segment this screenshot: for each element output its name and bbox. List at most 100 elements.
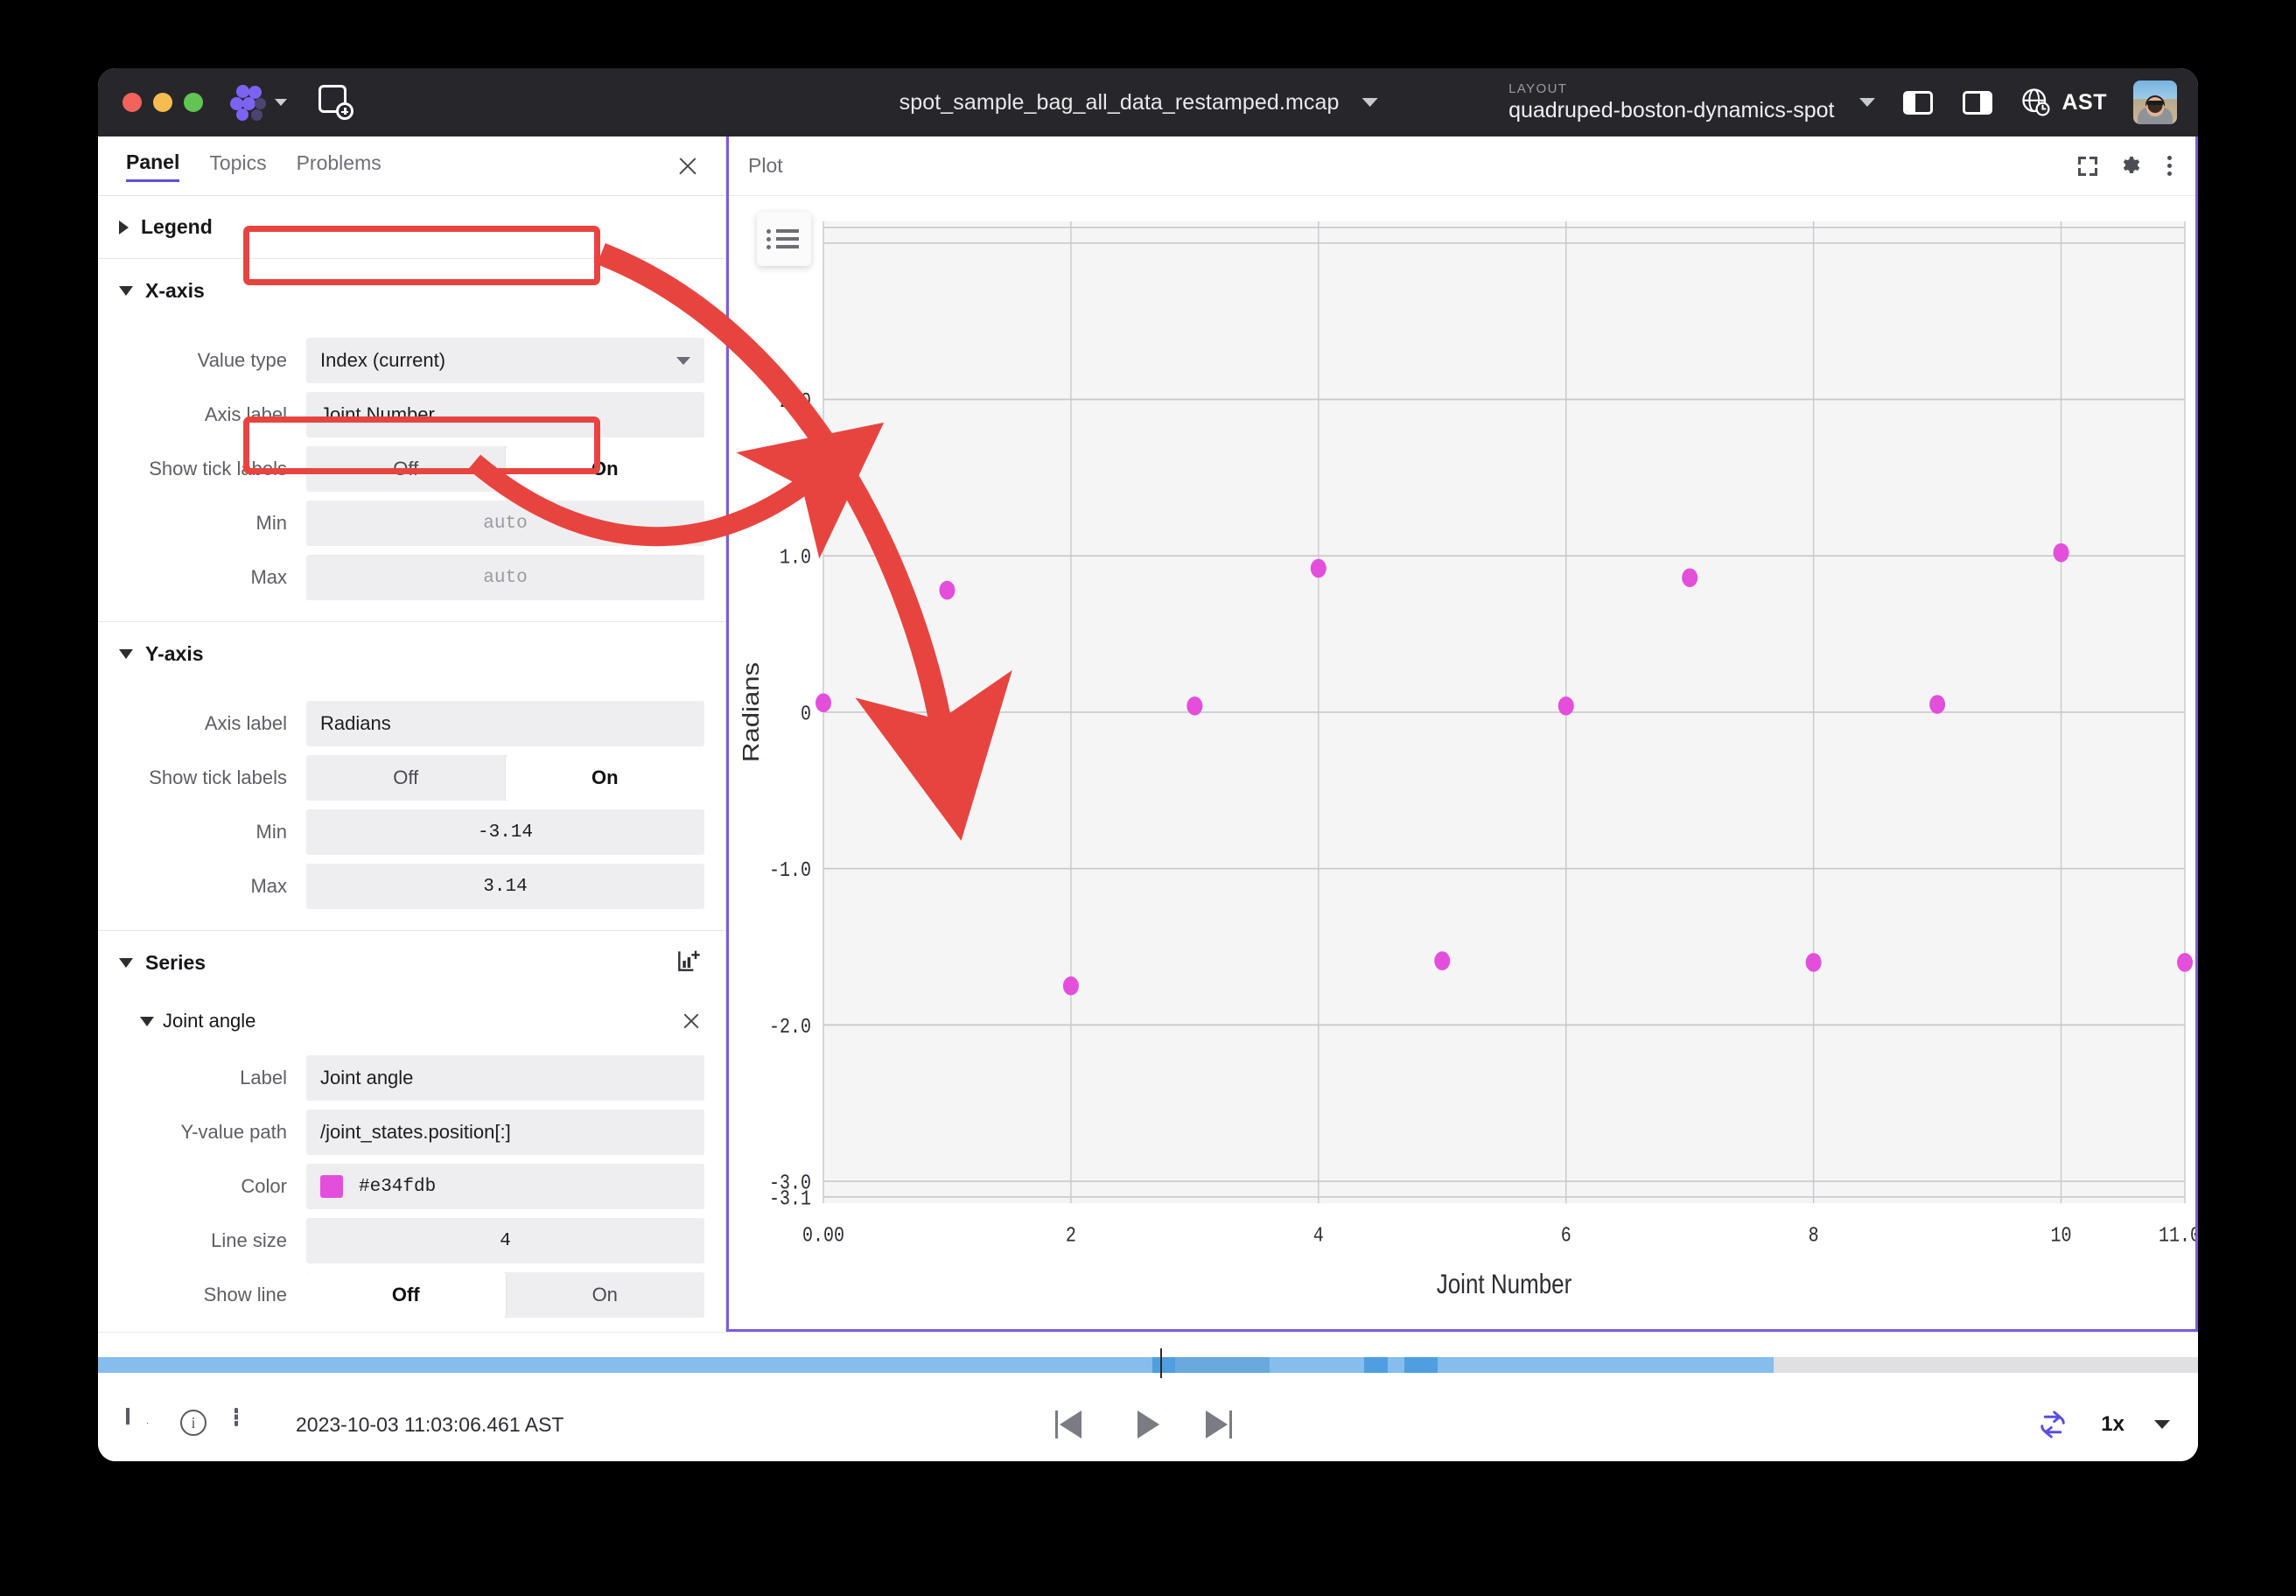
section-yaxis[interactable]: Y-axis [98,622,725,685]
maximize-window-button[interactable] [184,93,203,112]
chevron-down-icon [119,286,133,296]
x-show-tick-labels-toggle[interactable]: Off On [306,446,704,492]
data-point [816,693,831,712]
range-button[interactable] [234,1410,264,1439]
data-source-selector[interactable]: spot_sample_bag_all_data_restamped.mcap [900,90,1378,116]
layout-selector[interactable]: LAYOUT quadruped-boston-dynamics-spot [1508,81,1874,123]
seek-backward-button[interactable] [1055,1407,1090,1442]
gear-icon[interactable] [2120,155,2143,178]
section-xaxis[interactable]: X-axis [98,259,725,322]
y-show-tick-labels-label: Show tick labels [98,766,306,789]
chevron-down-icon[interactable] [1362,98,1377,107]
app-logo-menu[interactable] [229,85,287,120]
window-controls[interactable] [122,93,203,112]
series-line-size-input[interactable]: 4 [306,1218,704,1264]
series-label-input[interactable]: Joint angle [306,1055,704,1101]
playback-speed-value[interactable]: 1x [2101,1412,2124,1437]
field-row-x-min: Min auto [98,500,704,546]
section-legend[interactable]: Legend [98,196,725,259]
color-swatch[interactable] [320,1175,343,1198]
plot-panel-tools [2078,155,2173,178]
field-row-x-axis-label: Axis label Joint Number [98,392,704,438]
toggle-right-sidebar-button[interactable] [1961,86,1994,119]
svg-text:6: 6 [1561,1224,1572,1248]
info-button[interactable]: i [180,1410,210,1439]
field-row-series-label: Label Joint angle [98,1055,704,1101]
playback-controls-row: i 2023-10-03 11:03:06.461 AST [98,1387,2198,1461]
close-sidebar-button[interactable] [675,153,701,179]
seek-forward-button[interactable] [1206,1407,1241,1442]
section-legend-title: Legend [141,215,213,239]
data-point [1682,568,1698,587]
y-min-label: Min [98,821,306,844]
plus-icon [336,102,354,120]
avatar[interactable] [2133,80,2177,124]
x-axis-label-input[interactable]: Joint Number [306,392,704,438]
list-icon [766,226,802,253]
x-ticks-on-option[interactable]: On [506,446,705,492]
show-line-on-option[interactable]: On [506,1272,705,1318]
fullscreen-icon[interactable] [2078,157,2097,176]
timeline-segment [1404,1357,1438,1373]
loop-icon[interactable] [2034,1406,2071,1443]
field-row-x-show-ticks: Show tick labels Off On [98,446,704,492]
series-ypath-input[interactable]: /joint_states.position[:] [306,1110,704,1155]
series-color-input[interactable]: #e34fdb [306,1164,704,1209]
x-min-input[interactable]: auto [306,500,704,546]
skip-back-icon [1060,1410,1082,1438]
svg-text:0: 0 [801,703,811,726]
plot-chart[interactable]: 3.13.02.01.00-1.0-2.0-3.0-3.10.002468101… [729,196,2195,1329]
timeline[interactable] [98,1348,2198,1378]
add-chart-icon [675,947,703,975]
tab-panel[interactable]: Panel [126,150,179,182]
data-point [1558,696,1574,716]
y-ticks-off-option[interactable]: Off [306,755,506,801]
right-sidebar-icon [1963,91,1992,115]
chevron-down-icon [119,649,133,659]
tab-topics[interactable]: Topics [209,151,266,180]
minimize-window-button[interactable] [153,93,172,112]
timezone-button[interactable]: AST [2020,87,2108,118]
tab-problems[interactable]: Problems [297,151,382,180]
chart-y-title: Radians [738,662,764,762]
add-series-button[interactable] [675,947,725,979]
y-max-input[interactable]: 3.14 [306,864,704,909]
chevron-down-icon[interactable] [275,99,287,106]
more-options-icon[interactable] [2166,156,2173,176]
y-axis-label-input[interactable]: Radians [306,701,704,746]
remove-series-button[interactable] [680,1010,703,1032]
x-max-input[interactable]: auto [306,555,704,600]
series-item-joint-angle[interactable]: Joint angle [98,994,725,1048]
x-ticks-off-option[interactable]: Off [306,446,506,492]
play-button[interactable] [1130,1407,1166,1442]
y-min-input[interactable]: -3.14 [306,809,704,855]
x-axis-label-label: Axis label [98,403,306,426]
value-type-select[interactable]: Index (current) [306,338,704,383]
series-fields: Label Joint angle Y-value path /joint_st… [98,1048,725,1339]
add-panel-button[interactable] [318,85,354,120]
left-sidebar: Panel Topics Problems Legend X-axis Valu… [98,136,726,1332]
x-max-label: Max [98,566,306,589]
field-row-y-axis-label: Axis label Radians [98,701,704,746]
svg-text:-1.0: -1.0 [769,859,811,883]
svg-text:10: 10 [2051,1224,2072,1248]
bookmark-button[interactable] [126,1410,156,1439]
section-series[interactable]: Series [98,931,725,994]
series-color-value: #e34fdb [359,1177,436,1197]
timeline-playhead[interactable] [1160,1348,1162,1378]
xaxis-fields: Value type Index (current) Axis label Jo… [98,322,725,621]
chevron-down-icon[interactable] [1859,98,1875,107]
series-item-title: Joint angle [163,1010,256,1032]
field-row-y-max: Max 3.14 [98,864,704,909]
chevron-down-icon[interactable] [2154,1420,2170,1429]
series-show-line-label: Show line [98,1284,306,1306]
toggle-left-sidebar-button[interactable] [1901,86,1935,119]
close-window-button[interactable] [122,93,142,112]
field-row-series-color: Color #e34fdb [98,1164,704,1209]
y-show-tick-labels-toggle[interactable]: Off On [306,755,704,801]
series-show-line-toggle[interactable]: Off On [306,1272,704,1318]
timeline-segment [1173,1357,1270,1373]
y-ticks-on-option[interactable]: On [506,755,705,801]
legend-toggle-button[interactable] [757,212,811,266]
show-line-off-option[interactable]: Off [306,1272,506,1318]
